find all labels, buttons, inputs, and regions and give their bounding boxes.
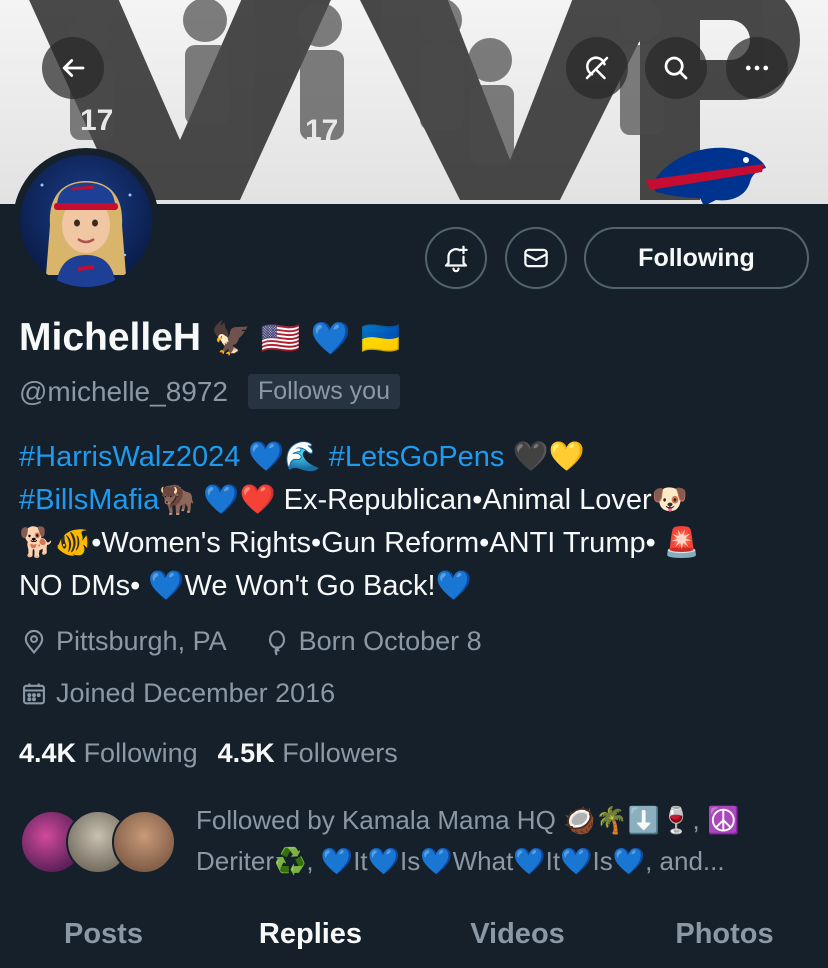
avatar-image xyxy=(20,155,152,287)
grok-button[interactable] xyxy=(566,37,628,99)
message-button[interactable] xyxy=(505,227,567,289)
hashtag-letsgopens[interactable]: #LetsGoPens xyxy=(329,441,505,473)
bio-line-2: #BillsMafia🦬 💙❤️ Ex-Republican•Animal Lo… xyxy=(19,484,688,516)
location-row: Pittsburgh, PA Born October 8 xyxy=(20,626,482,657)
handle: @michelle_8972 xyxy=(19,375,228,407)
location-pin-icon xyxy=(24,629,44,654)
follower-avatar-3 xyxy=(112,810,176,874)
joined-row: Joined December 2016 xyxy=(20,678,335,709)
calendar-icon xyxy=(23,683,45,704)
followers-stat[interactable]: 4.5K Followers xyxy=(218,738,398,769)
bell-plus-icon xyxy=(444,245,468,273)
bio-line-1: #HarrisWalz2024 💙🌊 #LetsGoPens 🖤💛 xyxy=(19,441,585,473)
profile-tabs: Posts Replies Videos Photos xyxy=(0,900,828,968)
ukraine-flag-emoji: 🇺🇦 xyxy=(360,319,401,357)
svg-text:17: 17 xyxy=(80,104,113,137)
svg-text:17: 17 xyxy=(305,114,338,147)
more-button[interactable] xyxy=(726,37,788,99)
eagle-emoji: 🦅 xyxy=(211,319,251,357)
envelope-icon xyxy=(524,248,548,268)
follows-you-badge: Follows you xyxy=(248,374,400,409)
handle-row: @michelle_8972 Follows you xyxy=(19,374,400,409)
notifications-button[interactable] xyxy=(425,227,487,289)
name-row: MichelleH 🦅 🇺🇸 💙 🇺🇦 xyxy=(19,316,400,360)
tab-videos[interactable]: Videos xyxy=(414,900,621,968)
bio: #HarrisWalz2024 💙🌊 #LetsGoPens 🖤💛 #Bills… xyxy=(19,436,809,608)
follow-stats: 4.4K Following 4.5K Followers xyxy=(19,738,398,769)
following-stat[interactable]: 4.4K Following xyxy=(19,738,198,769)
joined-text: Joined December 2016 xyxy=(56,678,336,708)
bio-line-4: NO DMs• 💙We Won't Go Back!💙 xyxy=(19,570,472,602)
followed-by-avatars[interactable] xyxy=(20,810,180,876)
followed-by-text[interactable]: Followed by Kamala Mama HQ 🥥🌴⬇️🍷, ☮️ Der… xyxy=(196,800,816,882)
blue-heart-emoji: 💙 xyxy=(310,319,351,357)
tab-posts[interactable]: Posts xyxy=(0,900,207,968)
bills-logo-icon xyxy=(646,147,766,204)
more-icon xyxy=(745,65,769,71)
birthday-text: Born October 8 xyxy=(298,626,482,656)
us-flag-emoji: 🇺🇸 xyxy=(260,319,301,357)
back-button[interactable] xyxy=(42,37,104,99)
balloon-icon xyxy=(268,629,285,656)
search-icon xyxy=(664,56,688,80)
tab-photos[interactable]: Photos xyxy=(621,900,828,968)
hashtag-harriswalz2024[interactable]: #HarrisWalz2024 xyxy=(19,441,240,473)
bio-line-3: 🐕🐠•Women's Rights•Gun Reform•ANTI Trump•… xyxy=(19,527,700,559)
search-button[interactable] xyxy=(645,37,707,99)
grok-icon xyxy=(585,56,609,80)
display-name: MichelleH xyxy=(19,316,202,359)
location-text: Pittsburgh, PA xyxy=(56,626,227,656)
arrow-left-icon xyxy=(62,59,85,77)
following-button[interactable]: Following xyxy=(584,227,809,289)
profile-avatar[interactable] xyxy=(13,148,159,294)
tab-replies[interactable]: Replies xyxy=(207,900,414,968)
hashtag-billsmafia[interactable]: #BillsMafia xyxy=(19,484,159,516)
